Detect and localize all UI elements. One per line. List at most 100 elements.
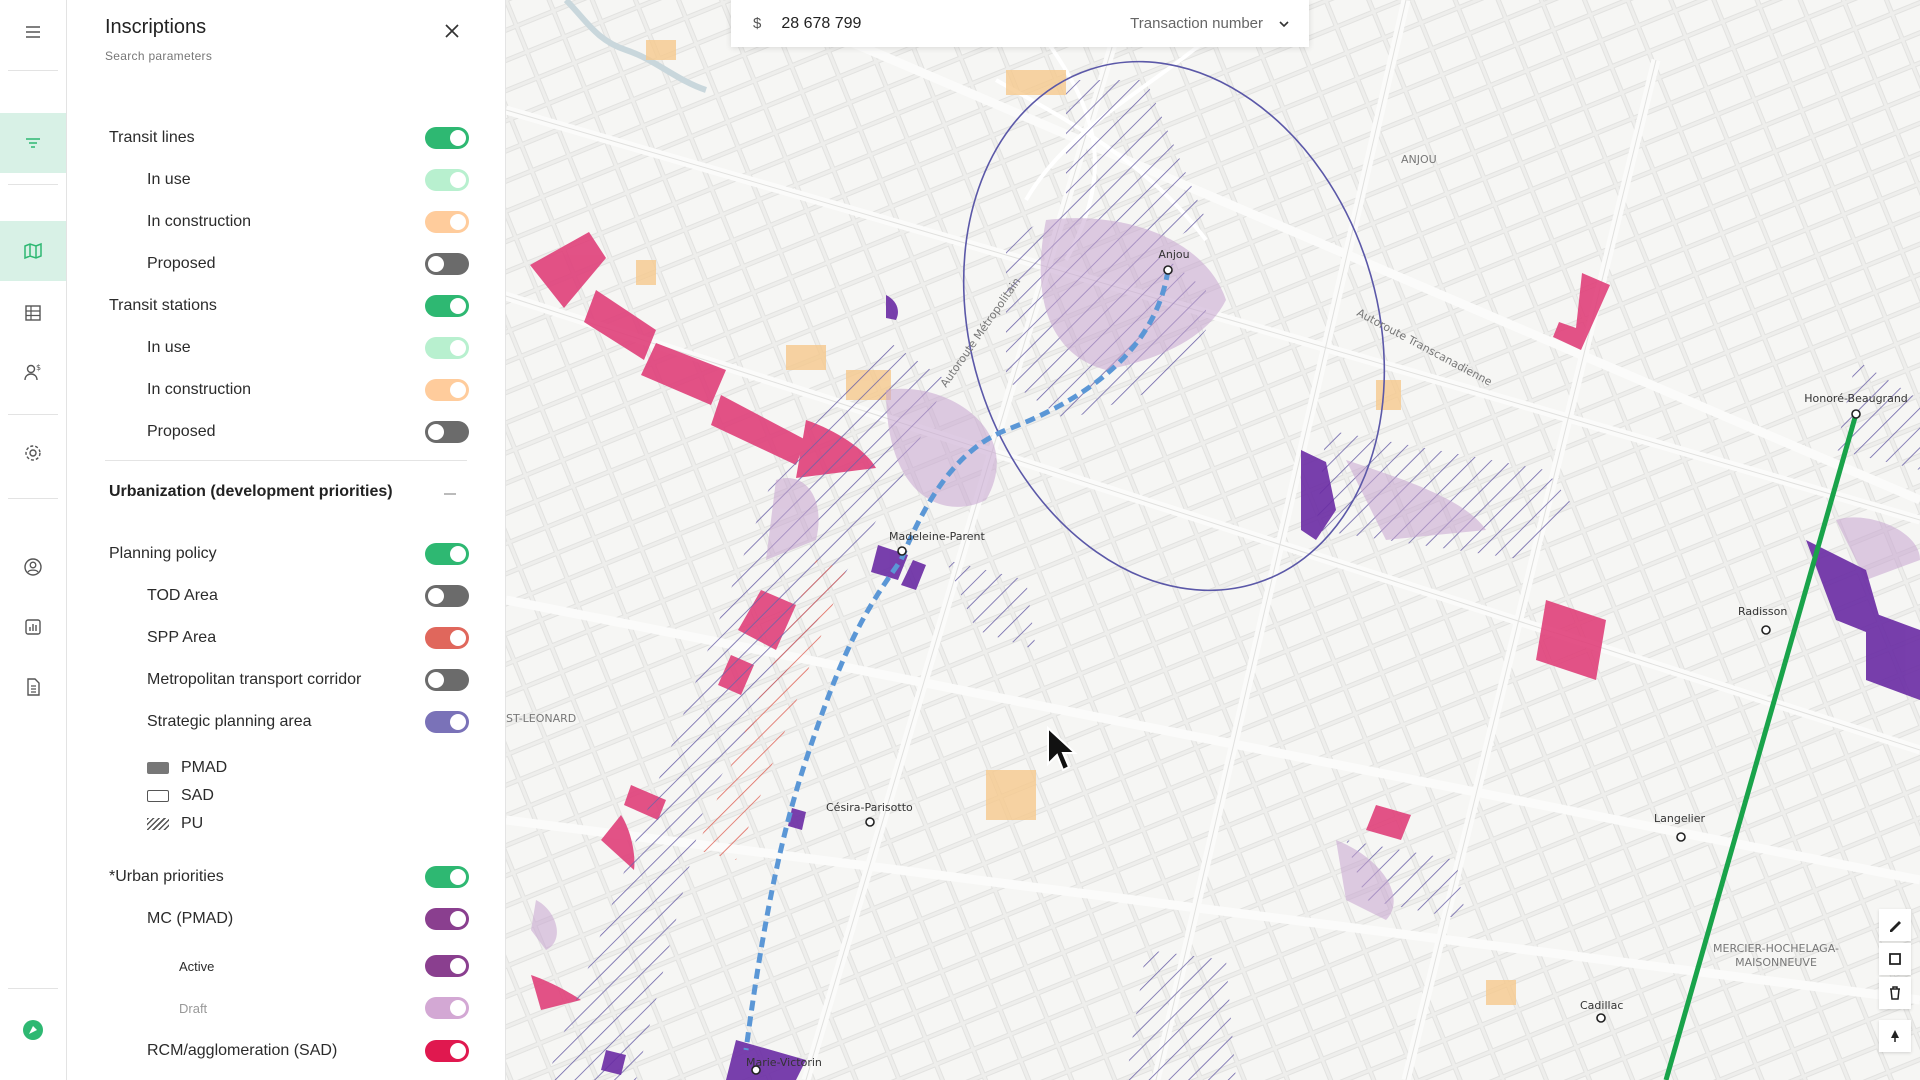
close-button[interactable] xyxy=(439,18,465,44)
hatched-swatch-icon xyxy=(147,818,169,830)
filter-label: SPP Area xyxy=(147,629,217,646)
legend-item-pu: PU xyxy=(147,813,203,835)
toggle-switch[interactable] xyxy=(425,955,469,977)
area-label-anjou: ANJOU xyxy=(1401,153,1437,166)
draw-polygon-button[interactable] xyxy=(1879,943,1911,975)
north-arrow-button[interactable] xyxy=(1879,1020,1911,1052)
left-rail: $ xyxy=(0,0,67,1080)
toggle-switch[interactable] xyxy=(425,866,469,888)
filter-row: Metropolitan transport corridor xyxy=(109,665,469,695)
urbanization-section-title: Urbanization (development priorities) xyxy=(109,483,393,500)
map-icon[interactable] xyxy=(0,221,66,281)
toggle-switch[interactable] xyxy=(425,421,469,443)
filter-label: RCM/agglomeration (SAD) xyxy=(147,1042,338,1059)
filter-label: In use xyxy=(147,339,191,356)
station-label-cadillac: Cadillac xyxy=(1580,999,1623,1012)
toggle-switch[interactable] xyxy=(425,127,469,149)
filter-row: In construction xyxy=(109,207,469,237)
filter-label: Transit stations xyxy=(109,297,217,314)
polygon-icon xyxy=(1889,953,1901,965)
toggle-switch[interactable] xyxy=(425,211,469,233)
filter-row: Planning policy xyxy=(109,539,469,569)
document-icon[interactable] xyxy=(0,657,66,717)
filter-label: Strategic planning area xyxy=(147,713,312,730)
station-label-anjou: Anjou xyxy=(1158,248,1189,261)
map-canvas[interactable]: Anjou ANJOU Autoroute Transcanadienne Au… xyxy=(506,0,1920,1080)
mouse-cursor-icon xyxy=(1047,726,1078,772)
bar-chart-icon[interactable] xyxy=(0,597,66,657)
station-label-cesira-parisotto: Césira-Parisotto xyxy=(826,801,913,814)
toggle-switch[interactable] xyxy=(425,997,469,1019)
outline-swatch-icon xyxy=(147,790,169,802)
filter-label: *Urban priorities xyxy=(109,868,224,885)
chevron-down-icon[interactable] xyxy=(1277,17,1291,31)
toggle-switch[interactable] xyxy=(425,669,469,691)
users-dollar-icon[interactable]: $ xyxy=(0,342,66,402)
collapse-icon[interactable] xyxy=(444,493,456,495)
gear-icon[interactable] xyxy=(0,423,66,483)
filter-row: Transit lines xyxy=(109,123,469,153)
filter-row: RCM/agglomeration (SAD) xyxy=(109,1036,469,1066)
toggle-switch[interactable] xyxy=(425,908,469,930)
filter-label: TOD Area xyxy=(147,587,218,604)
delete-button[interactable] xyxy=(1879,977,1911,1009)
filter-label: In construction xyxy=(147,213,252,230)
area-label-mercier: MERCIER-HOCHELAGA- xyxy=(1713,942,1839,955)
filled-swatch-icon xyxy=(147,762,169,774)
currency-symbol: $ xyxy=(753,15,762,32)
area-label-st-leonard: ST-LEONARD xyxy=(506,712,576,725)
legend-label: SAD xyxy=(181,787,214,804)
filter-row: Proposed xyxy=(109,249,469,279)
filter-row: In use xyxy=(109,165,469,195)
filter-label: Proposed xyxy=(147,423,216,440)
station-label-madeleine-parent: Madeleine-Parent xyxy=(889,530,985,543)
toggle-switch[interactable] xyxy=(425,337,469,359)
draw-line-button[interactable] xyxy=(1879,909,1911,941)
toggle-switch[interactable] xyxy=(425,627,469,649)
toggle-switch[interactable] xyxy=(425,711,469,733)
app-logo-icon[interactable] xyxy=(0,1000,66,1060)
filter-label: Planning policy xyxy=(109,545,217,562)
toggle-switch[interactable] xyxy=(425,585,469,607)
filter-label: In use xyxy=(147,171,191,188)
inscriptions-panel: Inscriptions Search parameters Transit l… xyxy=(67,0,506,1080)
toggle-switch[interactable] xyxy=(425,543,469,565)
filter-row: Active xyxy=(109,951,469,981)
compass-icon xyxy=(1891,1030,1899,1042)
user-circle-icon[interactable] xyxy=(0,537,66,597)
filter-row: Draft xyxy=(109,993,469,1023)
toggle-switch[interactable] xyxy=(425,253,469,275)
toggle-switch[interactable] xyxy=(425,379,469,401)
filter-label: Metropolitan transport corridor xyxy=(147,671,362,688)
toggle-switch[interactable] xyxy=(425,169,469,191)
search-type-select[interactable]: Transaction number xyxy=(1130,15,1263,32)
station-label-marie-victorin: Marie-Victorin xyxy=(746,1056,822,1069)
filter-row: Proposed xyxy=(109,417,469,447)
toggle-switch[interactable] xyxy=(425,295,469,317)
filter-row: Transit stations xyxy=(109,291,469,321)
filter-row: In use xyxy=(109,333,469,363)
filter-label: Transit lines xyxy=(109,129,195,146)
toggle-switch[interactable] xyxy=(425,1040,469,1062)
filter-row: In construction xyxy=(109,375,469,405)
filter-label: Proposed xyxy=(147,255,216,272)
table-icon[interactable] xyxy=(0,283,66,343)
svg-text:$: $ xyxy=(36,363,41,372)
station-label-honore-beaugrand: Honoré-Beaugrand xyxy=(1804,392,1908,405)
filter-label: In construction xyxy=(147,381,252,398)
filter-row: MC (PMAD) xyxy=(109,904,469,934)
filter-label: Draft xyxy=(179,1000,208,1016)
trash-icon xyxy=(1890,986,1900,1000)
filter-row: SPP Area xyxy=(109,623,469,653)
filter-label: Active xyxy=(179,958,215,974)
filter-icon[interactable] xyxy=(0,113,66,173)
legend-label: PU xyxy=(181,815,204,832)
legend-item-pmad: PMAD xyxy=(147,757,227,779)
station-label-langelier: Langelier xyxy=(1654,812,1705,825)
search-input[interactable]: 28 678 799 xyxy=(781,15,1130,33)
hamburger-icon[interactable] xyxy=(0,2,66,62)
legend-label: PMAD xyxy=(181,759,228,776)
legend-item-sad: SAD xyxy=(147,785,214,807)
station-label-radisson: Radisson xyxy=(1738,605,1787,618)
transaction-search-bar[interactable]: $ 28 678 799 Transaction number xyxy=(731,0,1309,47)
